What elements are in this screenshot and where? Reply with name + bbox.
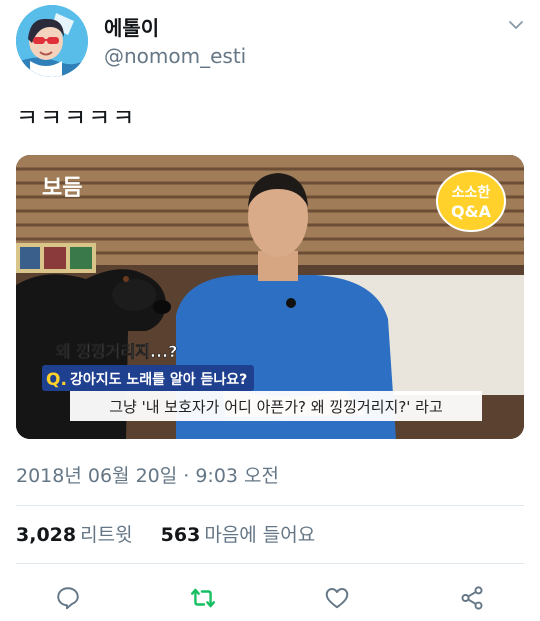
divider <box>16 563 524 564</box>
corner-label: 보듬 <box>42 176 82 201</box>
anime-avatar-icon <box>16 5 88 77</box>
video-thumbnail: 보듬 소소한 Q&A 왜 낑낑거리지...? Q. 강아지도 노래를 알아 듣나… <box>16 155 524 439</box>
qa-badge: 소소한 Q&A <box>436 170 506 232</box>
reply-icon <box>57 587 79 610</box>
share-icon <box>461 586 483 610</box>
chevron-down-icon[interactable] <box>508 16 524 29</box>
reply-button[interactable] <box>53 583 83 613</box>
speech-bubble-text: 왜 낑낑거리지...? <box>56 342 177 361</box>
like-count: 563 <box>160 524 201 546</box>
tweet-text: ㅋㅋㅋㅋㅋ <box>16 104 137 132</box>
svg-text:Q&A: Q&A <box>451 202 492 221</box>
share-button[interactable] <box>457 583 487 613</box>
retweet-icon <box>190 588 216 608</box>
question-banner: Q. 강아지도 노래를 알아 듣나요? <box>42 365 254 391</box>
retweet-button[interactable] <box>188 583 218 613</box>
tweet-actions <box>0 575 540 619</box>
divider <box>16 505 524 506</box>
author-handle[interactable]: @nomom_esti <box>104 44 246 68</box>
retweet-label: 리트윗 <box>80 524 133 546</box>
svg-text:Q.: Q. <box>46 370 67 390</box>
svg-text:그냥 '내 보호자가 어디 아픈가? 왜 낑낑거리지?' 라: 그냥 '내 보호자가 어디 아픈가? 왜 낑낑거리지?' 라고 <box>109 398 443 416</box>
svg-text:소소한: 소소한 <box>452 185 491 201</box>
author-display-name[interactable]: 에톨이 <box>104 12 159 41</box>
svg-text:강아지도 노래를 알아 듣나요?: 강아지도 노래를 알아 듣나요? <box>70 371 247 388</box>
retweet-stat[interactable]: 3,028 리트윗 <box>16 524 139 546</box>
like-button[interactable] <box>322 583 352 613</box>
tweet-timestamp[interactable]: 2018년 06월 20일 · 9:03 오전 <box>16 461 279 488</box>
heart-icon <box>325 588 349 609</box>
retweet-count: 3,028 <box>16 524 77 546</box>
like-label: 마음에 들어요 <box>204 524 316 546</box>
tweet-header: 에톨이 @nomom_esti <box>0 0 540 86</box>
tweet-stats: 3,028 리트윗 563 마음에 들어요 <box>16 520 315 550</box>
like-stat[interactable]: 563 마음에 들어요 <box>161 524 316 546</box>
tweet-media-video-still[interactable]: 보듬 소소한 Q&A 왜 낑낑거리지...? Q. 강아지도 노래를 알아 듣나… <box>16 155 524 439</box>
author-avatar[interactable] <box>16 5 88 77</box>
video-subtitle: 그냥 '내 보호자가 어디 아픈가? 왜 낑낑거리지?' 라고 <box>70 391 482 421</box>
